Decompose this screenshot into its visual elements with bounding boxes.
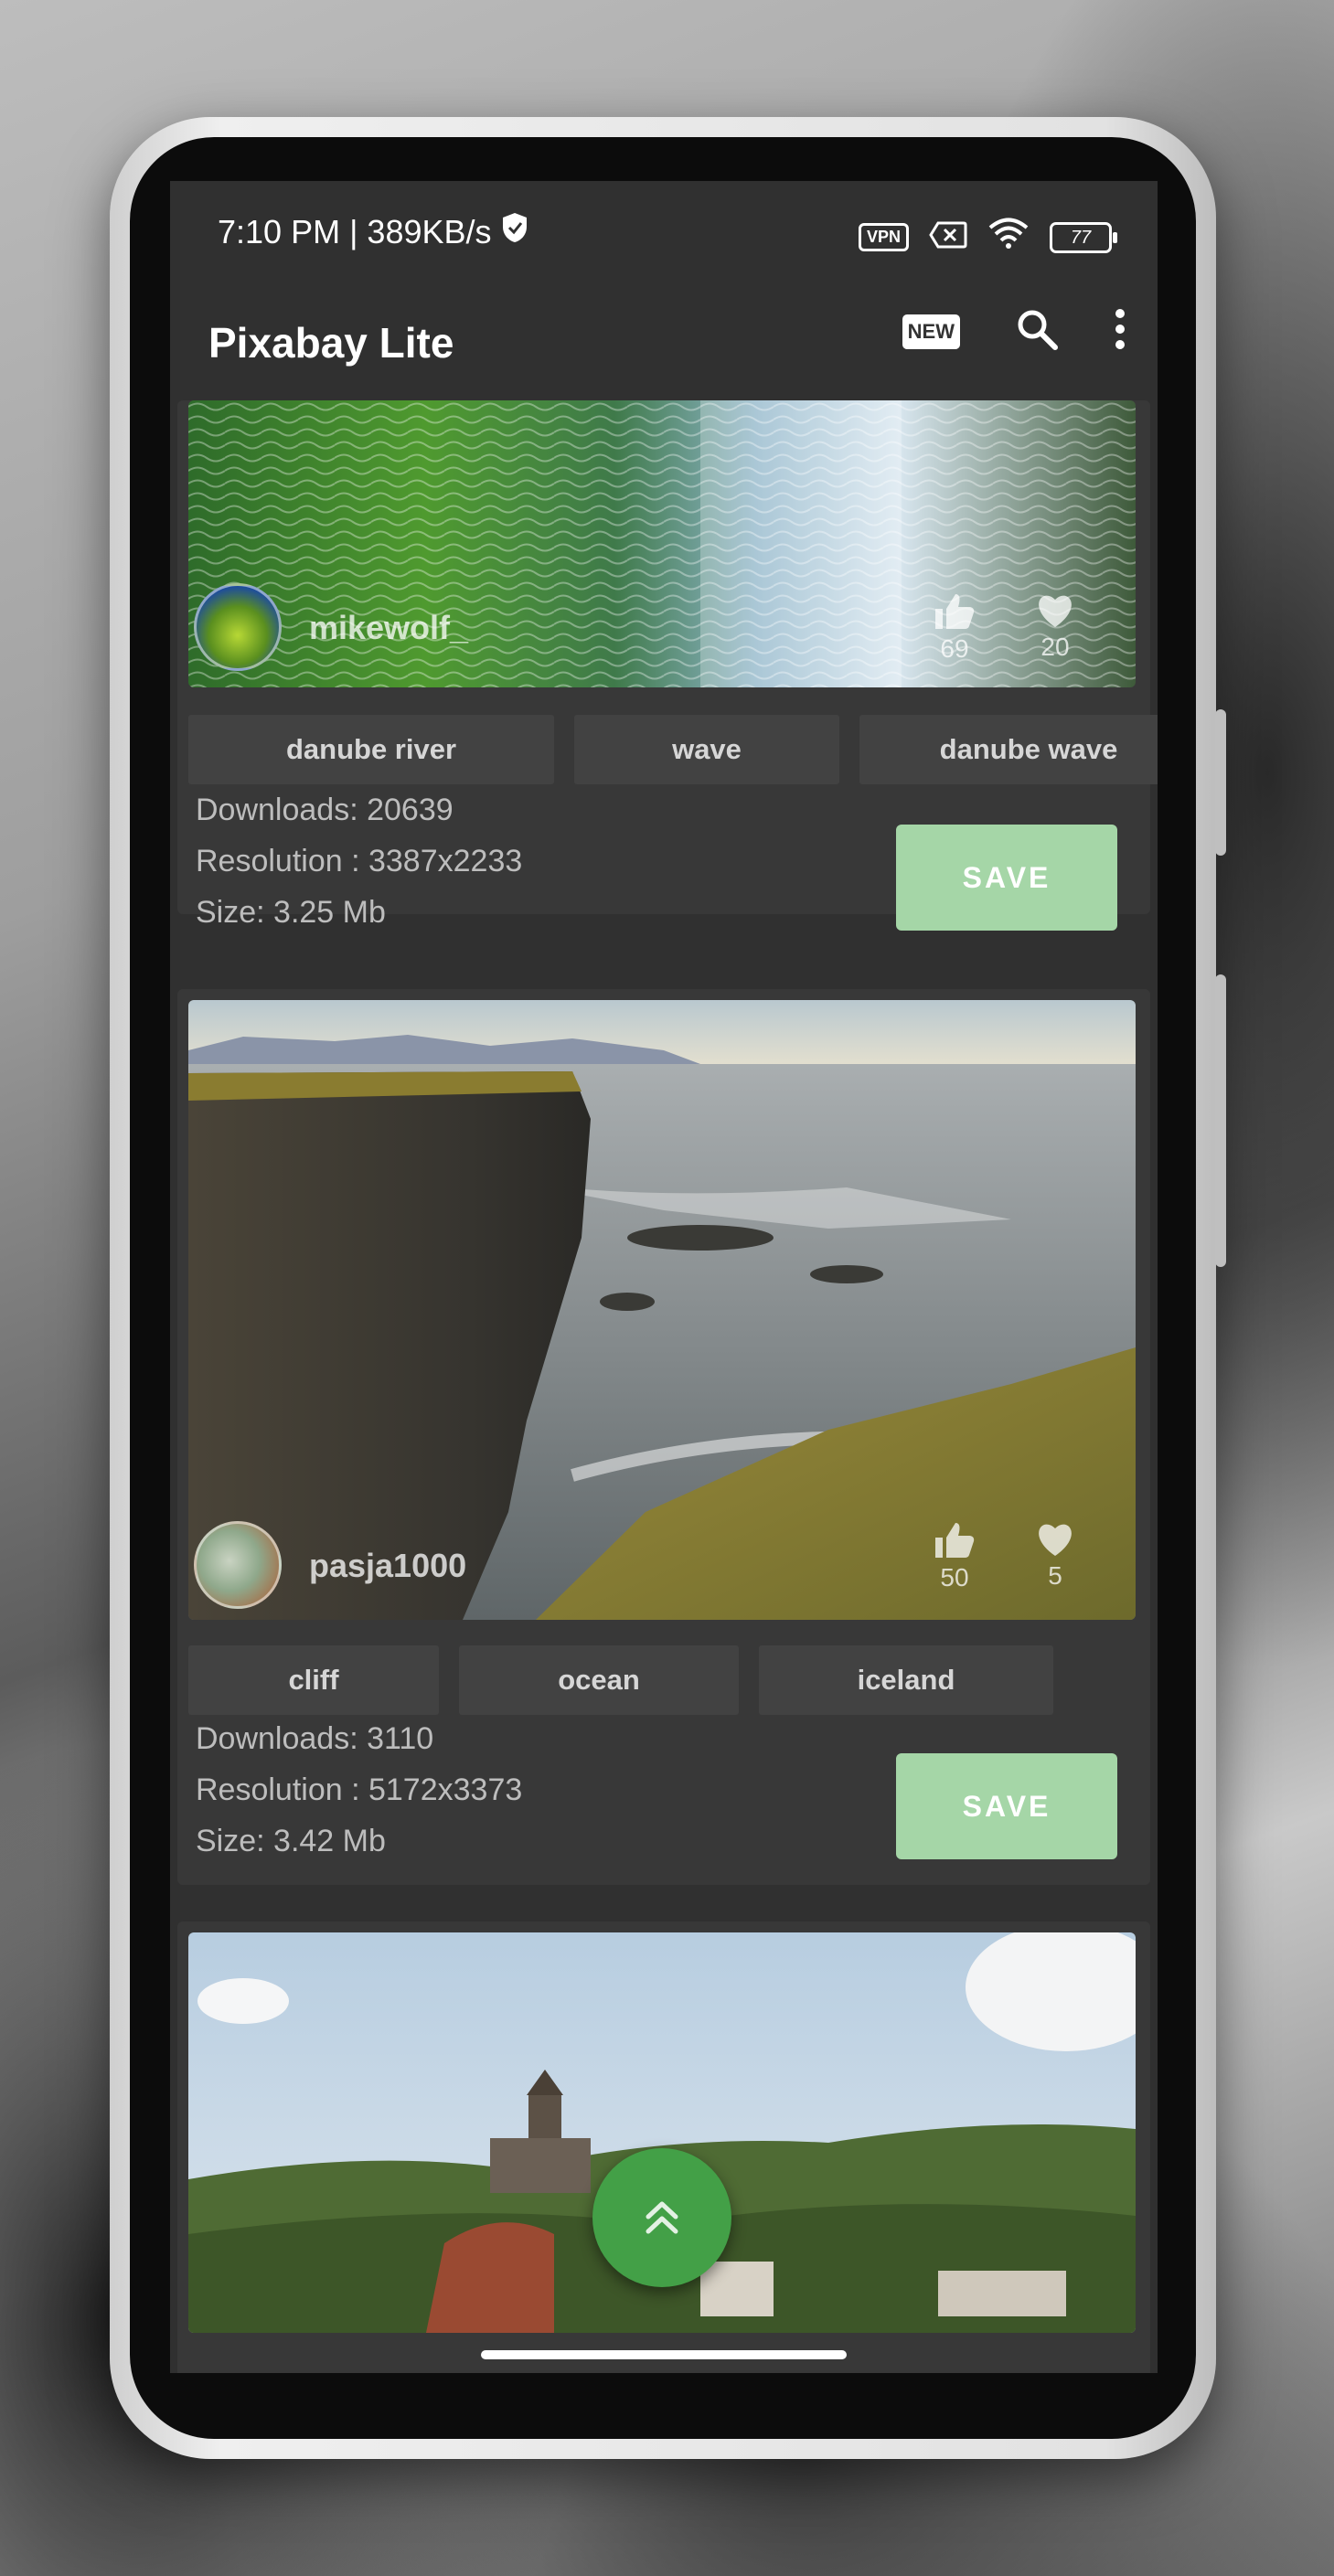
tag-chip[interactable]: ocean bbox=[459, 1645, 739, 1715]
tag-chip[interactable]: cliff bbox=[188, 1645, 439, 1715]
search-icon[interactable] bbox=[1015, 307, 1059, 356]
image-card bbox=[177, 1921, 1150, 2373]
phone-side-button bbox=[1215, 974, 1226, 1267]
double-chevron-up-icon bbox=[646, 2201, 678, 2234]
save-button[interactable]: SAVE bbox=[896, 825, 1117, 931]
phone-screen: 7:10 PM | 389KB/s VPN 77 Pixabay Lite NE… bbox=[170, 181, 1158, 2373]
app-title: Pixabay Lite bbox=[208, 319, 454, 367]
battery-icon: 77 bbox=[1050, 221, 1117, 253]
thumb-up-icon bbox=[935, 594, 975, 629]
heart-icon bbox=[1039, 1524, 1072, 1556]
favorites-count: 20 bbox=[1028, 592, 1083, 662]
tag-chip[interactable]: danube river bbox=[188, 715, 554, 784]
size-text: Size: 3.42 Mb bbox=[196, 1824, 386, 1858]
size-text: Size: 3.25 Mb bbox=[196, 895, 386, 930]
status-bar: 7:10 PM | 389KB/s VPN 77 bbox=[170, 181, 1158, 282]
image-meta: Downloads: 3110 Resolution : 5172x3373 S… bbox=[196, 1713, 522, 1867]
image-thumbnail[interactable]: mikewolf_ 69 20 bbox=[188, 400, 1136, 687]
resolution-text: Resolution : 3387x2233 bbox=[196, 844, 523, 878]
author-name[interactable]: pasja1000 bbox=[309, 1547, 466, 1585]
tag-list: cliff ocean iceland bbox=[188, 1645, 1158, 1715]
favorites-count: 5 bbox=[1028, 1521, 1083, 1591]
tag-chip[interactable]: wave bbox=[574, 715, 839, 784]
image-card: pasja1000 50 5 cliff ocean iceland Downl… bbox=[177, 989, 1150, 1885]
image-card: mikewolf_ 69 20 danube river wave danube… bbox=[177, 400, 1158, 931]
app-bar: Pixabay Lite NEW bbox=[170, 282, 1158, 400]
image-meta: Downloads: 20639 Resolution : 3387x2233 … bbox=[196, 784, 522, 938]
vpn-icon: VPN bbox=[858, 223, 909, 251]
tag-chip[interactable]: iceland bbox=[759, 1645, 1053, 1715]
thumb-up-icon bbox=[935, 1523, 975, 1558]
likes-count: 69 bbox=[927, 592, 982, 664]
new-button[interactable]: NEW bbox=[902, 314, 960, 349]
shield-icon bbox=[501, 212, 528, 251]
resolution-text: Resolution : 5172x3373 bbox=[196, 1772, 523, 1807]
more-vert-icon[interactable] bbox=[1114, 308, 1126, 355]
tag-chip[interactable]: danube wave bbox=[859, 715, 1158, 784]
downloads-text: Downloads: 3110 bbox=[196, 1721, 434, 1756]
save-button[interactable]: SAVE bbox=[896, 1753, 1117, 1859]
wifi-icon bbox=[987, 218, 1030, 257]
status-time-speed: 7:10 PM | 389KB/s bbox=[218, 212, 492, 250]
gesture-navigation-handle[interactable] bbox=[481, 2350, 847, 2359]
close-box-icon bbox=[929, 218, 967, 257]
avatar[interactable] bbox=[194, 583, 282, 671]
image-thumbnail[interactable]: pasja1000 50 5 bbox=[188, 1000, 1136, 1620]
heart-icon bbox=[1039, 595, 1072, 627]
avatar[interactable] bbox=[194, 1521, 282, 1609]
downloads-text: Downloads: 20639 bbox=[196, 793, 454, 827]
phone-side-button bbox=[1215, 709, 1226, 856]
likes-count: 50 bbox=[927, 1521, 982, 1592]
tag-list: danube river wave danube wave bbox=[188, 715, 1158, 784]
author-name[interactable]: mikewolf_ bbox=[309, 609, 468, 647]
scroll-top-button[interactable] bbox=[592, 2148, 731, 2287]
